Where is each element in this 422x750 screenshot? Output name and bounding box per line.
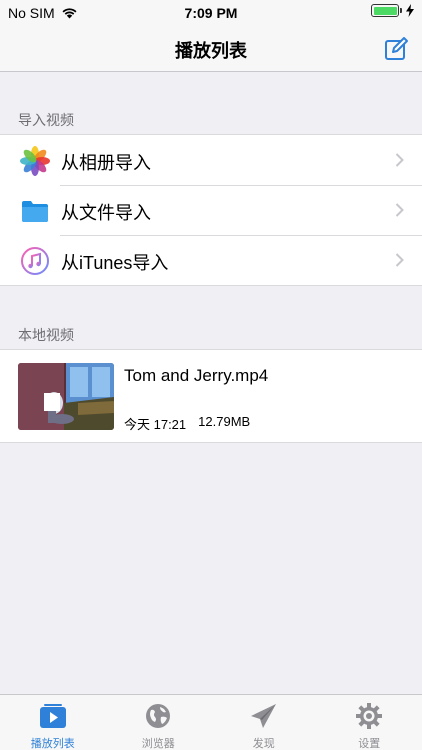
- tab-discover-label: 发现: [252, 738, 275, 750]
- tab-playlist-label: 播放列表: [30, 738, 75, 750]
- import-from-photos-label: 从相册导入: [61, 153, 151, 173]
- folder-icon: [22, 201, 48, 222]
- video-title: Tom and Jerry.mp4: [124, 366, 269, 385]
- compose-icon[interactable]: [382, 35, 410, 63]
- chevron-right-icon: [395, 253, 404, 267]
- video-row[interactable]: Tom and Jerry.mp4 今天 17:21 12.79MB: [0, 350, 422, 442]
- photos-icon: [20, 146, 50, 176]
- import-from-photos-row[interactable]: 从相册导入: [0, 135, 422, 185]
- tab-discover[interactable]: 发现: [211, 695, 317, 750]
- import-list: 从相册导入 从文件导入 从iTunes导入: [0, 134, 422, 286]
- tab-playlist[interactable]: 播放列表: [0, 695, 106, 750]
- navigation-bar: 播放列表: [0, 26, 422, 72]
- tab-browser-label: 浏览器: [141, 738, 175, 750]
- itunes-icon: [21, 247, 49, 275]
- play-list-icon: [39, 704, 66, 728]
- import-from-files-label: 从文件导入: [61, 203, 151, 223]
- import-from-itunes-row[interactable]: 从iTunes导入: [0, 235, 422, 285]
- tab-settings-label: 设置: [358, 738, 381, 750]
- status-time: 7:09 PM: [184, 5, 238, 21]
- globe-icon: [146, 704, 171, 728]
- import-section-header: 导入视频: [18, 112, 74, 128]
- gear-icon: [356, 703, 383, 729]
- battery-fill: [373, 6, 397, 15]
- page-title: 播放列表: [175, 41, 247, 61]
- video-thumbnail: [18, 363, 114, 430]
- import-from-itunes-label: 从iTunes导入: [61, 253, 169, 273]
- import-from-files-row[interactable]: 从文件导入: [0, 185, 422, 235]
- status-right: [371, 4, 414, 17]
- tab-settings[interactable]: 设置: [317, 695, 422, 750]
- paper-plane-icon: [250, 704, 276, 728]
- charging-bolt-icon: [406, 4, 414, 17]
- battery-icon: [371, 4, 402, 17]
- video-meta: 今天 17:21 12.79MB: [124, 414, 250, 433]
- chevron-right-icon: [395, 153, 404, 167]
- tab-browser[interactable]: 浏览器: [106, 695, 212, 750]
- local-section-header: 本地视频: [18, 327, 74, 343]
- chevron-right-icon: [395, 203, 404, 217]
- tab-bar: 播放列表 浏览器 发现 设置: [0, 694, 422, 750]
- local-video-list: Tom and Jerry.mp4 今天 17:21 12.79MB: [0, 349, 422, 443]
- status-bar: No SIM 7:09 PM: [0, 0, 422, 26]
- video-size: 12.79MB: [198, 414, 251, 429]
- video-date: 今天 17:21: [124, 417, 187, 432]
